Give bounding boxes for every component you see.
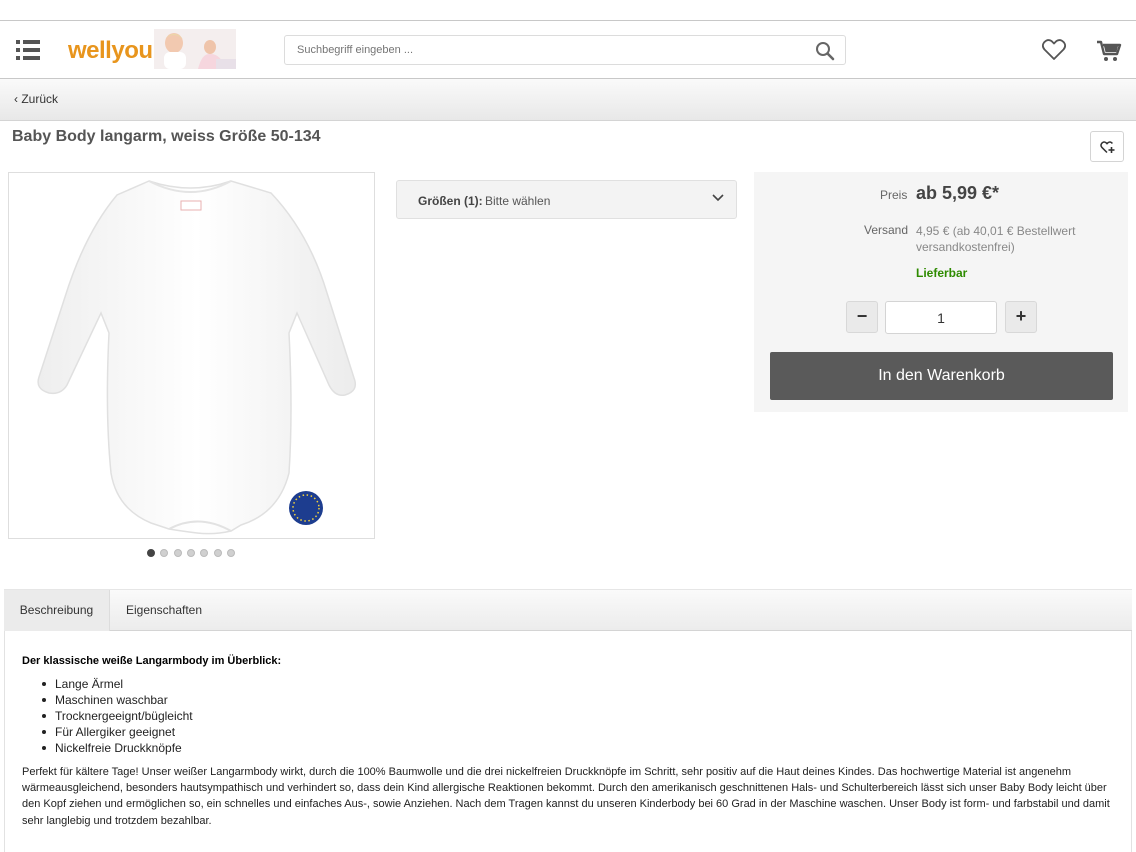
gallery-dot[interactable] xyxy=(186,549,195,557)
product-title: Baby Body langarm, weiss Größe 50-134 xyxy=(12,128,321,145)
description-text: Perfekt für kältere Tage! Unser weißer L… xyxy=(22,766,1110,827)
search-input[interactable] xyxy=(285,36,805,64)
price-label: Preis xyxy=(880,188,908,202)
breadcrumb: ‹ Zurück xyxy=(0,79,1136,121)
list-item: Nickelfreie Druckknöpfe xyxy=(42,740,193,756)
logo-baby-image xyxy=(154,29,236,69)
chevron-down-icon xyxy=(712,194,724,202)
quantity-input[interactable] xyxy=(885,301,997,334)
shipping-value: 4,95 € (ab 40,01 € Bestellwert versandko… xyxy=(916,224,1076,254)
gallery-dot[interactable] xyxy=(213,549,222,557)
gallery-dot[interactable] xyxy=(226,549,235,557)
tab-description[interactable]: Beschreibung xyxy=(4,590,110,632)
menu-icon[interactable] xyxy=(16,40,40,60)
tab-properties[interactable]: Eigenschaften xyxy=(110,590,218,632)
price-value: ab 5,99 €* xyxy=(916,183,1000,203)
list-item: Lange Ärmel xyxy=(42,676,193,692)
chevron-left-icon: ‹ xyxy=(14,92,18,106)
quantity-decrease-button[interactable]: − xyxy=(846,301,878,333)
availability-status: Lieferbar xyxy=(916,266,968,280)
site-header: wellyou xyxy=(0,21,1136,79)
product-tabs: Beschreibung Eigenschaften xyxy=(4,589,1132,632)
product-image[interactable] xyxy=(8,172,375,539)
logo[interactable]: wellyou xyxy=(68,29,236,71)
buy-box: Preis ab 5,99 €* Versand 4,95 € (ab 40,0… xyxy=(754,172,1128,412)
baby-body-image xyxy=(37,180,357,535)
back-link[interactable]: ‹ Zurück xyxy=(14,92,58,106)
description-panel: Der klassische weiße Langarmbody im Über… xyxy=(4,631,1132,852)
search-box xyxy=(284,35,846,65)
size-value: Bitte wählen xyxy=(485,194,551,208)
back-label: Zurück xyxy=(21,92,59,106)
quantity-increase-button[interactable]: + xyxy=(1005,301,1037,333)
search-icon[interactable] xyxy=(815,41,835,61)
cart-icon[interactable] xyxy=(1096,39,1122,63)
gallery-dot[interactable] xyxy=(160,549,169,557)
feature-list: Lange Ärmel Maschinen waschbar Trocknerg… xyxy=(42,676,193,756)
size-select[interactable]: Größen (1): Bitte wählen xyxy=(396,180,737,219)
gallery-dot[interactable] xyxy=(147,549,155,557)
shipping-label: Versand xyxy=(864,223,909,237)
gallery-dot[interactable] xyxy=(173,549,182,557)
list-item: Trocknergeeignt/bügleicht xyxy=(42,709,193,723)
heart-icon[interactable] xyxy=(1041,38,1067,62)
heart-plus-icon xyxy=(1100,141,1115,154)
add-to-cart-button[interactable]: In den Warenkorb xyxy=(770,352,1113,400)
gallery-dot[interactable] xyxy=(200,549,209,557)
list-item: Für Allergiker geeignet xyxy=(42,724,193,740)
description-heading: Der klassische weiße Langarmbody im Über… xyxy=(22,655,282,667)
list-item: Maschinen waschbar xyxy=(42,692,193,708)
size-label: Größen (1): xyxy=(418,194,483,208)
add-to-wishlist-button[interactable] xyxy=(1090,131,1124,162)
logo-text: wellyou xyxy=(68,37,153,64)
